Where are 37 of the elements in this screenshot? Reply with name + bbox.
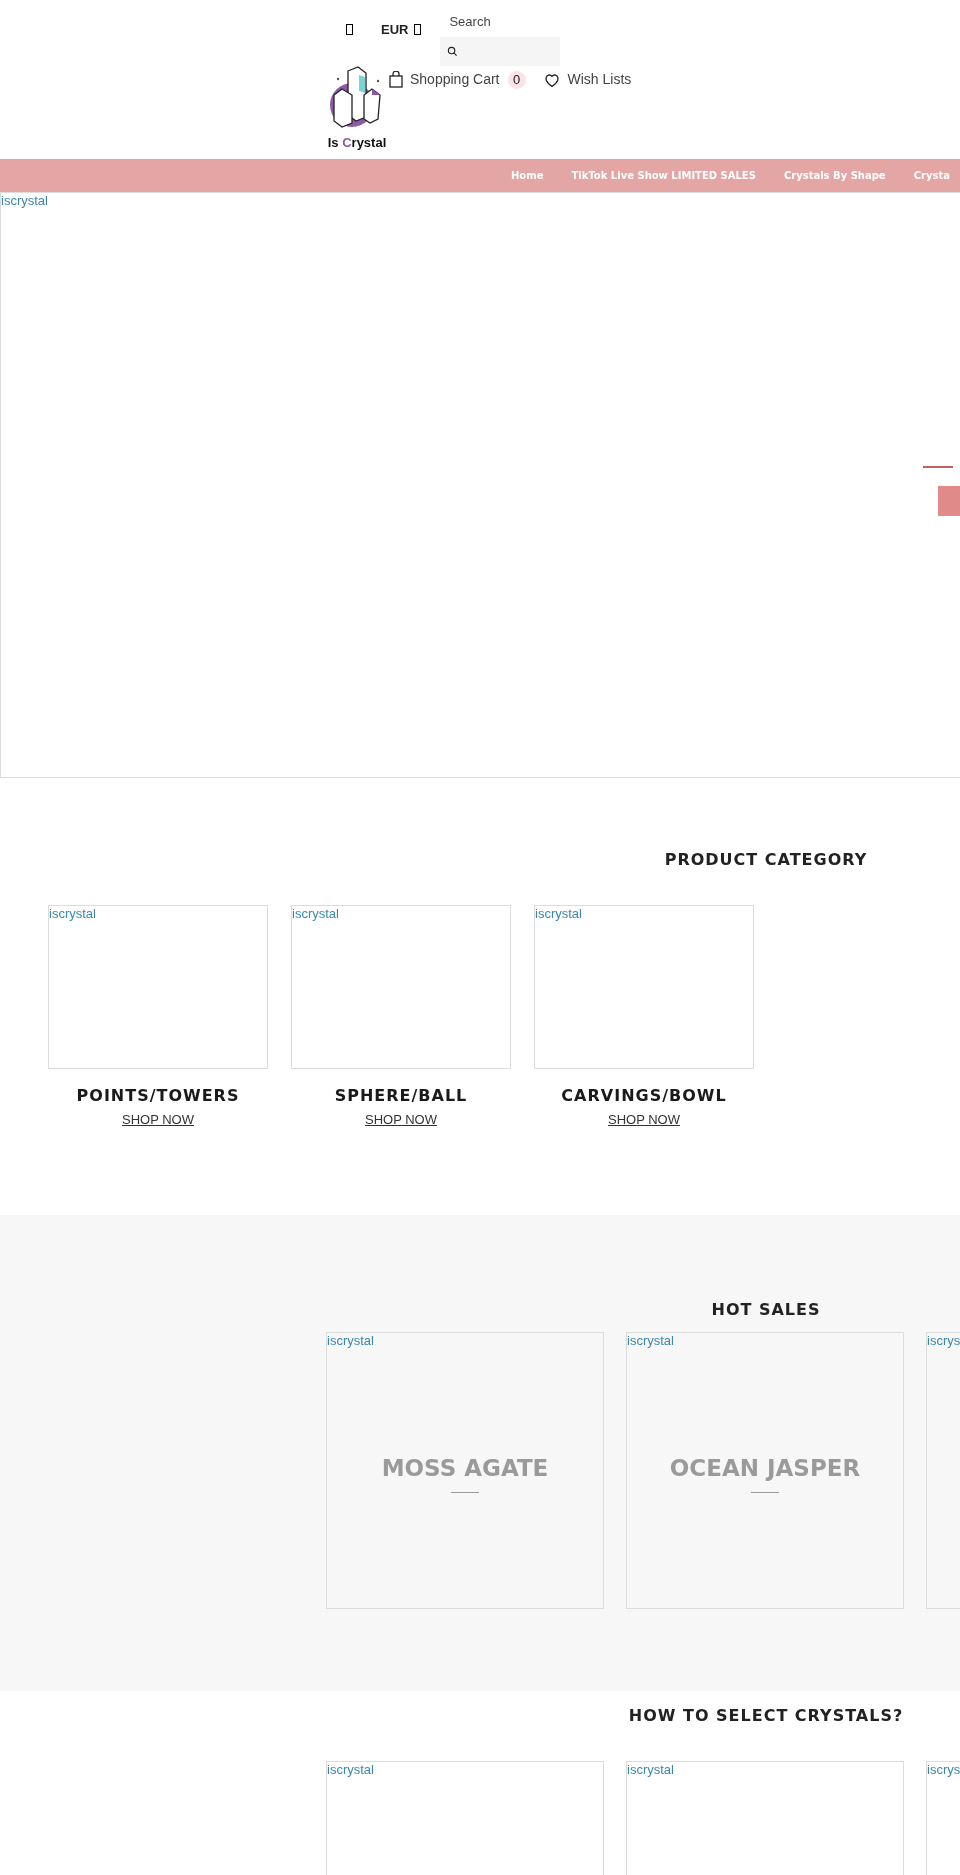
image-alt-text: iscrys: [927, 1333, 960, 1349]
image-alt-text: iscrystal: [627, 1333, 675, 1349]
category-title: CARVINGS/BOWL: [561, 1085, 727, 1107]
overlay-underline: [751, 1491, 779, 1493]
slider-indicator-line: [923, 466, 953, 468]
missing-glyph-icon: [346, 24, 353, 36]
image-alt-text: iscrystal: [535, 906, 583, 922]
logo-text: Is Crystal: [327, 134, 387, 152]
image-alt-text: iscrystal: [1, 193, 49, 209]
overlay-title: MOSS AGATE: [381, 1454, 549, 1483]
image-alt-text: iscrystal: [627, 1762, 675, 1778]
overlay-title: OCEAN JASPER: [669, 1454, 861, 1483]
category-title: SPHERE/BALL: [334, 1085, 468, 1107]
section-heading: HOW TO SELECT CRYSTALS?: [628, 1705, 904, 1727]
shop-now-link[interactable]: SHOP NOW: [122, 1110, 194, 1130]
missing-glyph-icon: [414, 24, 422, 36]
wish-lists-link[interactable]: Wish Lists: [567, 69, 632, 90]
shop-now-link[interactable]: SHOP NOW: [608, 1110, 680, 1130]
heart-icon: [543, 72, 560, 87]
shopping-cart-link[interactable]: Shopping Cart: [410, 69, 500, 90]
cart-count-badge: 0: [507, 70, 526, 89]
image-alt-text: iscrystal: [327, 1762, 375, 1778]
search-field[interactable]: [440, 37, 561, 66]
category-title: POINTS/TOWERS: [76, 1085, 240, 1107]
slider-arrow-button[interactable]: [938, 486, 960, 516]
shopping-bag-icon: [389, 71, 403, 88]
section-heading: HOT SALES: [711, 1299, 821, 1321]
image-alt-text: iscrys: [927, 1762, 960, 1778]
image-alt-text: iscrystal: [49, 906, 97, 922]
search-icon: [447, 46, 459, 57]
image-alt-text: iscrystal: [327, 1333, 375, 1349]
section-heading: PRODUCT CATEGORY: [664, 849, 868, 871]
currency-selector[interactable]: EUR: [381, 20, 409, 40]
shop-now-link[interactable]: SHOP NOW: [365, 1110, 437, 1130]
image-alt-text: iscrystal: [292, 906, 340, 922]
search-label: Search: [449, 14, 492, 30]
overlay-underline: [451, 1491, 479, 1493]
